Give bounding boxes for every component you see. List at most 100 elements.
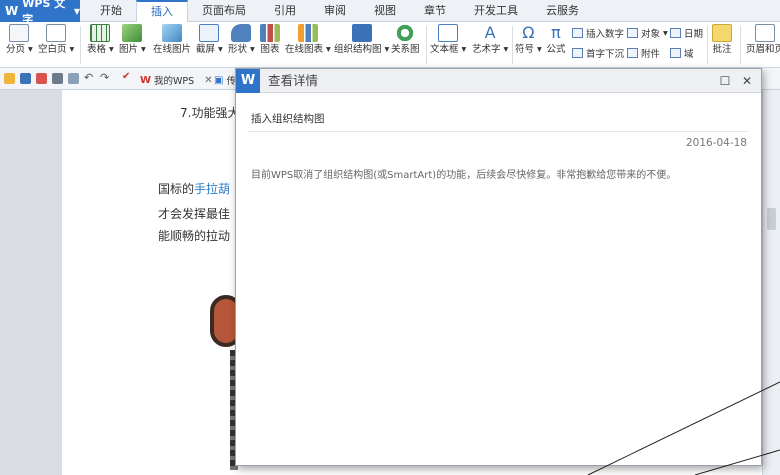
- online-chart-label: 在线图表: [285, 44, 324, 55]
- org-chart-button[interactable]: 组织结构图 ▾: [334, 24, 389, 56]
- textbox-button[interactable]: 文本框 ▾: [430, 24, 466, 56]
- maximize-button[interactable]: ☐: [717, 73, 733, 89]
- dialog-message: 目前WPS取消了组织结构图(或SmartArt)的功能，后续会尽快修复。非常抱歉…: [251, 170, 677, 181]
- doc-tab-my-wps[interactable]: W 我的WPS ✕: [136, 70, 217, 90]
- online-chart-icon: [297, 24, 318, 42]
- header-footer-button[interactable]: 页眉和页: [746, 24, 780, 56]
- picture-button[interactable]: 图片 ▾: [119, 24, 146, 56]
- symbol-label: 符号: [515, 44, 535, 55]
- comment-label: 批注: [712, 44, 732, 55]
- dialog-title: 查看详情: [268, 73, 319, 88]
- table-button[interactable]: 表格 ▾: [87, 24, 114, 56]
- screenshot-button[interactable]: 截屏 ▾: [196, 24, 223, 56]
- field-label: 域: [684, 49, 694, 60]
- relation-label: 关系图: [391, 44, 420, 55]
- relation-icon: [395, 24, 416, 42]
- shape-icon: [231, 24, 252, 42]
- details-dialog: W 查看详情 ☐ ✕ 插入组织结构图 2016-04-18 目前WPS取消了组织…: [235, 68, 762, 466]
- comment-button[interactable]: 批注: [712, 24, 732, 56]
- menu-tabs: 开始 插入 页面布局 引用 审阅 视图 章节 开发工具 云服务: [86, 0, 593, 22]
- tab-5[interactable]: 视图: [360, 0, 410, 22]
- tab-8[interactable]: 云服务: [532, 0, 593, 22]
- wordart-label: 艺术字: [472, 44, 501, 55]
- org-chart-icon: [351, 24, 372, 42]
- save-icon[interactable]: [20, 73, 31, 84]
- ribbon-divider: [740, 26, 741, 64]
- tab-2[interactable]: 页面布局: [188, 0, 260, 22]
- online-picture-icon: [162, 24, 182, 42]
- doc-hyperlink[interactable]: 手拉葫: [194, 182, 230, 196]
- scrollbar-thumb[interactable]: [767, 208, 776, 230]
- symbol-button[interactable]: Ω 符号 ▾: [515, 24, 542, 56]
- online-chart-button[interactable]: 在线图表 ▾: [285, 24, 331, 56]
- doc-line: 才会发挥最佳: [158, 207, 231, 221]
- customize-icon[interactable]: ✔: [122, 71, 133, 82]
- drop-cap-button[interactable]: 首字下沉: [572, 46, 624, 60]
- picture-icon: [122, 24, 143, 42]
- app-menu-button[interactable]: W WPS 文字 ▼: [0, 0, 80, 26]
- shape-button[interactable]: 形状 ▾: [228, 24, 255, 56]
- field-button[interactable]: 域: [670, 46, 694, 60]
- attachment-label: 附件: [641, 49, 661, 60]
- dialog-header: W 查看详情 ☐ ✕: [236, 69, 761, 93]
- tab-1[interactable]: 插入: [136, 0, 188, 22]
- field-icon: [670, 48, 681, 58]
- open-folder-icon[interactable]: [4, 73, 15, 84]
- formula-label: 公式: [546, 44, 566, 55]
- picture-label: 图片: [119, 44, 139, 55]
- page-break-button[interactable]: 分页 ▾: [6, 24, 33, 56]
- pi-icon: π: [551, 23, 561, 42]
- print-icon[interactable]: [52, 73, 63, 84]
- doc-line: 国标的手拉葫: [158, 180, 230, 197]
- print-preview-icon[interactable]: [68, 73, 79, 84]
- org-chart-label: 组织结构图: [334, 44, 382, 55]
- object-button[interactable]: 对象 ▾: [627, 26, 668, 40]
- wordart-button[interactable]: A 艺术字 ▾: [472, 24, 508, 56]
- blank-page-label: 空白页: [38, 44, 67, 55]
- tab-4[interactable]: 审阅: [310, 0, 360, 22]
- relation-chart-button[interactable]: 关系图: [391, 24, 420, 56]
- attachment-button[interactable]: 附件: [627, 46, 660, 60]
- undo-icon[interactable]: ↶: [84, 71, 95, 84]
- export-pdf-icon[interactable]: [36, 73, 47, 84]
- chart-button[interactable]: 图表: [260, 24, 280, 56]
- close-button[interactable]: ✕: [739, 73, 755, 89]
- title-tab-bar: W WPS 文字 ▼ 开始 插入 页面布局 引用 审阅 视图 章节 开发工具 云服务: [0, 0, 780, 26]
- tab-3[interactable]: 引用: [260, 0, 310, 22]
- online-picture-label: 在线图片: [153, 44, 192, 55]
- omega-icon: Ω: [522, 23, 535, 42]
- object-icon: [627, 28, 638, 38]
- chart-label: 图表: [260, 44, 280, 55]
- page-break-label: 分页: [6, 44, 26, 55]
- dialog-divider: [248, 131, 748, 132]
- screenshot-label: 截屏: [196, 44, 216, 55]
- textbox-icon: [438, 24, 459, 42]
- doc-text-fragment: 国标的: [158, 182, 195, 196]
- ribbon-divider: [426, 26, 427, 64]
- redo-icon[interactable]: ↷: [100, 71, 111, 84]
- tab-6[interactable]: 章节: [410, 0, 460, 22]
- chevron-down-icon: ▼: [73, 6, 80, 16]
- tab-0[interactable]: 开始: [86, 0, 136, 22]
- header-footer-label: 页眉和页: [746, 44, 780, 55]
- dialog-subject: 插入组织结构图: [251, 113, 325, 125]
- ribbon-divider: [512, 26, 513, 64]
- drop-cap-label: 首字下沉: [586, 49, 625, 60]
- ribbon-divider: [80, 26, 81, 64]
- date-button[interactable]: 日期: [670, 26, 703, 40]
- scissors-icon: [199, 24, 220, 42]
- vertical-scrollbar[interactable]: [762, 90, 780, 475]
- calendar-icon: [670, 28, 681, 38]
- tab-7[interactable]: 开发工具: [460, 0, 532, 22]
- insert-number-button[interactable]: 插入数字: [572, 26, 624, 40]
- blank-page-button[interactable]: 空白页 ▾: [38, 24, 74, 56]
- dialog-date: 2016-04-18: [685, 137, 747, 149]
- online-picture-button[interactable]: 在线图片: [153, 24, 191, 56]
- insert-number-label: 插入数字: [586, 29, 625, 40]
- shape-label: 形状: [228, 44, 248, 55]
- formula-button[interactable]: π 公式: [546, 24, 566, 56]
- number-icon: [572, 28, 583, 38]
- doc-line: 7.功能强大: [180, 106, 240, 120]
- table-icon: [90, 24, 111, 42]
- insert-ribbon: 分页 ▾ 空白页 ▾ 表格 ▾ 图片 ▾ 在线图片 截屏 ▾ 形状 ▾ 图表 在…: [0, 22, 780, 68]
